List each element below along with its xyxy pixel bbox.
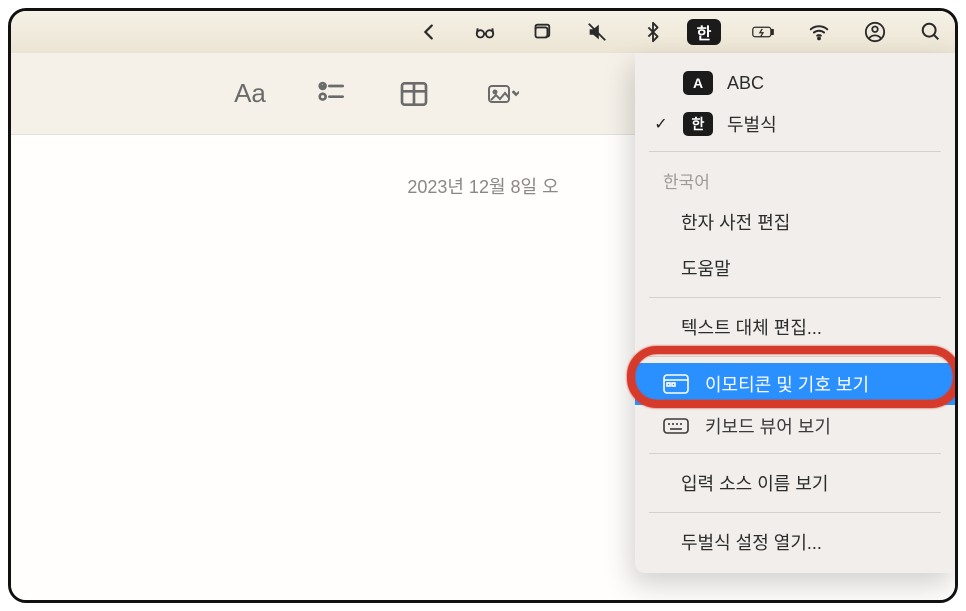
- han-badge-icon: 한: [683, 112, 713, 136]
- emoji-symbols-label: 이모티콘 및 기호 보기: [705, 371, 869, 397]
- input-source-menu: A ABC ✓ 한 두벌식 한국어 한자 사전 편집 도움말 텍스트 대체 편집…: [635, 53, 955, 573]
- checklist-button[interactable]: [311, 73, 353, 115]
- menu-separator: [649, 297, 941, 298]
- windows-icon[interactable]: [527, 18, 555, 46]
- bluetooth-icon[interactable]: [639, 18, 667, 46]
- menu-separator: [649, 356, 941, 357]
- search-icon[interactable]: [917, 18, 945, 46]
- menu-separator: [649, 151, 941, 152]
- abc-badge-icon: A: [683, 71, 713, 95]
- text-replacement-item[interactable]: 텍스트 대체 편집...: [635, 304, 955, 350]
- korean-section-header: 한국어: [635, 158, 955, 199]
- menu-separator: [649, 453, 941, 454]
- dubeolsik-label: 두벌식: [727, 111, 937, 137]
- emoji-symbols-item[interactable]: 이모티콘 및 기호 보기: [635, 363, 955, 405]
- text-style-button[interactable]: Aa: [229, 73, 271, 115]
- checkmark-icon: ✓: [653, 114, 669, 134]
- keyboard-viewer-item[interactable]: 키보드 뷰어 보기: [635, 405, 955, 447]
- hanja-dictionary-item[interactable]: 한자 사전 편집: [635, 199, 955, 245]
- user-icon[interactable]: [861, 18, 889, 46]
- input-dubeolsik-item[interactable]: ✓ 한 두벌식: [635, 103, 955, 145]
- battery-charging-icon[interactable]: [749, 18, 777, 46]
- character-viewer-icon: [663, 373, 689, 395]
- system-menubar: 한: [11, 11, 955, 53]
- menu-separator: [649, 512, 941, 513]
- wifi-icon[interactable]: [805, 18, 833, 46]
- back-chevron-icon[interactable]: [415, 18, 443, 46]
- keyboard-icon: [663, 415, 689, 437]
- window-frame: 한 Aa 2023년 12월 8일 오: [8, 8, 958, 603]
- table-button[interactable]: [393, 73, 435, 115]
- media-button[interactable]: [475, 73, 531, 115]
- open-settings-item[interactable]: 두벌식 설정 열기...: [635, 519, 955, 565]
- mute-icon[interactable]: [583, 18, 611, 46]
- glasses-icon[interactable]: [471, 18, 499, 46]
- show-input-name-item[interactable]: 입력 소스 이름 보기: [635, 460, 955, 506]
- keyboard-viewer-label: 키보드 뷰어 보기: [705, 413, 831, 439]
- help-item[interactable]: 도움말: [635, 245, 955, 291]
- input-source-badge[interactable]: 한: [687, 19, 721, 45]
- input-abc-item[interactable]: A ABC: [635, 63, 955, 103]
- abc-label: ABC: [727, 73, 937, 94]
